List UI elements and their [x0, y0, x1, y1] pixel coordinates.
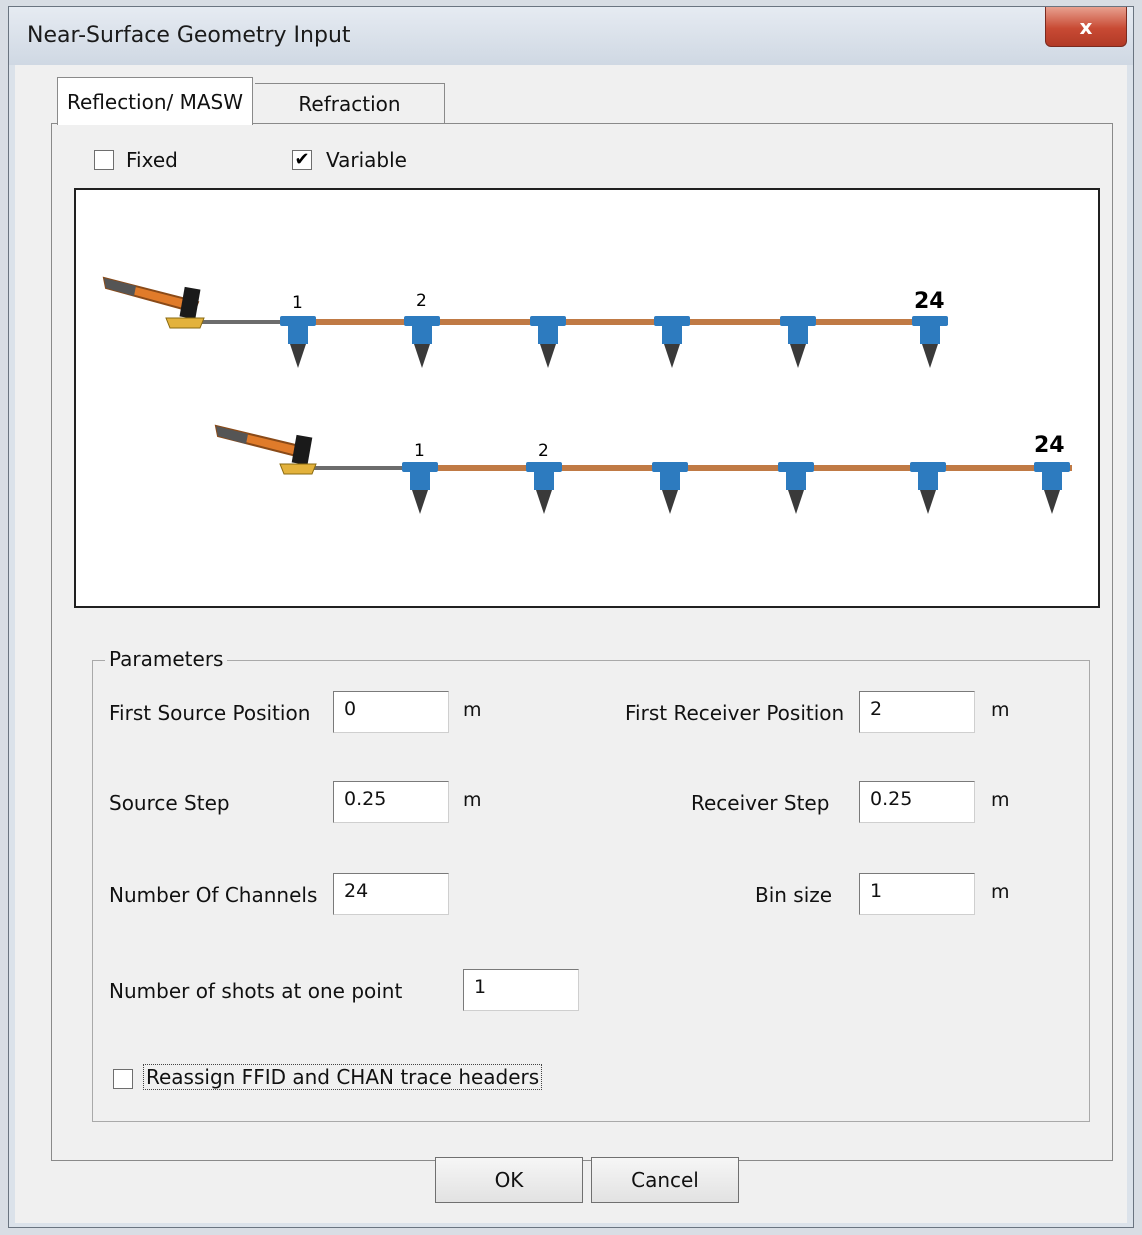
- receiver-step-unit: m: [991, 789, 1010, 811]
- close-icon: x: [1079, 14, 1093, 39]
- row2-hammer-icon: [214, 424, 317, 475]
- geometry-diagram: 1 2 24 1 2 24: [74, 188, 1100, 608]
- row1-geophone-2: [404, 316, 440, 368]
- tab-reflection-masw[interactable]: Reflection/ MASW: [57, 77, 253, 125]
- shots-per-point-label: Number of shots at one point: [109, 979, 403, 1003]
- row2-geophone-2: [526, 462, 562, 514]
- variable-label[interactable]: Variable: [326, 148, 407, 172]
- cancel-button[interactable]: Cancel: [591, 1157, 739, 1203]
- spread-row-1: 1 2 24: [102, 276, 948, 368]
- row1-label-second: 2: [416, 291, 427, 311]
- source-step-label: Source Step: [109, 791, 230, 815]
- reassign-headers-text: Reassign FFID and CHAN trace headers: [143, 1064, 543, 1090]
- row2-geophone-4: [778, 462, 814, 514]
- source-step-unit: m: [463, 789, 482, 811]
- reassign-headers-label[interactable]: Reassign FFID and CHAN trace headers: [143, 1064, 543, 1090]
- checkmark-icon: ✔: [294, 149, 310, 170]
- row1-geophone-24: [912, 316, 948, 368]
- fixed-checkbox[interactable]: [94, 150, 114, 170]
- fixed-label[interactable]: Fixed: [126, 148, 178, 172]
- row1-geophone-4: [654, 316, 690, 368]
- shots-per-point-input[interactable]: 1: [463, 969, 579, 1011]
- first-receiver-position-label: First Receiver Position: [625, 701, 845, 725]
- source-step-input[interactable]: 0.25: [333, 781, 449, 823]
- row2-label-first: 1: [414, 441, 425, 461]
- variable-checkbox[interactable]: ✔: [292, 150, 312, 170]
- title-bar: Near-Surface Geometry Input x: [9, 7, 1133, 65]
- bin-size-input[interactable]: 1: [859, 873, 975, 915]
- first-source-position-label: First Source Position: [109, 701, 311, 725]
- number-of-channels-label: Number Of Channels: [109, 883, 318, 907]
- tab-refraction[interactable]: Refraction: [255, 83, 445, 123]
- dialog-window: Near-Surface Geometry Input x Reflection…: [8, 6, 1134, 1228]
- window-title: Near-Surface Geometry Input: [27, 23, 351, 48]
- spread-row-2: 1 2 24: [214, 424, 1072, 514]
- row2-geophone-1: [402, 462, 438, 514]
- close-button[interactable]: x: [1045, 7, 1127, 47]
- ok-button[interactable]: OK: [435, 1157, 583, 1203]
- bin-size-unit: m: [991, 881, 1010, 903]
- number-of-channels-input[interactable]: 24: [333, 873, 449, 915]
- first-receiver-position-input[interactable]: 2: [859, 691, 975, 733]
- row2-label-second: 2: [538, 441, 549, 461]
- dialog-client: Reflection/ MASW Refraction Fixed ✔ Vari…: [15, 65, 1127, 1223]
- row1-label-first: 1: [292, 293, 303, 313]
- bin-size-label: Bin size: [755, 883, 833, 907]
- row1-geophone-1: [280, 316, 316, 368]
- row1-geophone-5: [780, 316, 816, 368]
- parameters-group: Parameters First Source Position 0 m Fir…: [92, 647, 1090, 1122]
- row1-hammer-icon: [102, 276, 205, 329]
- first-source-position-unit: m: [463, 699, 482, 721]
- row2-geophone-24: [1034, 462, 1070, 514]
- receiver-step-label: Receiver Step: [691, 791, 830, 815]
- reassign-headers-checkbox[interactable]: [113, 1069, 133, 1089]
- receiver-step-input[interactable]: 0.25: [859, 781, 975, 823]
- first-source-position-input[interactable]: 0: [333, 691, 449, 733]
- row1-geophone-3: [530, 316, 566, 368]
- row2-label-last: 24: [1034, 433, 1065, 458]
- parameters-group-title: Parameters: [105, 647, 228, 671]
- row2-geophone-5: [910, 462, 946, 514]
- row2-geophone-3: [652, 462, 688, 514]
- first-receiver-position-unit: m: [991, 699, 1010, 721]
- geometry-diagram-svg: 1 2 24 1 2 24: [102, 276, 1072, 514]
- row1-label-last: 24: [914, 289, 945, 314]
- tab-panel: Fixed ✔ Variable 1 2 24 1 2 24 Parameter…: [51, 123, 1113, 1161]
